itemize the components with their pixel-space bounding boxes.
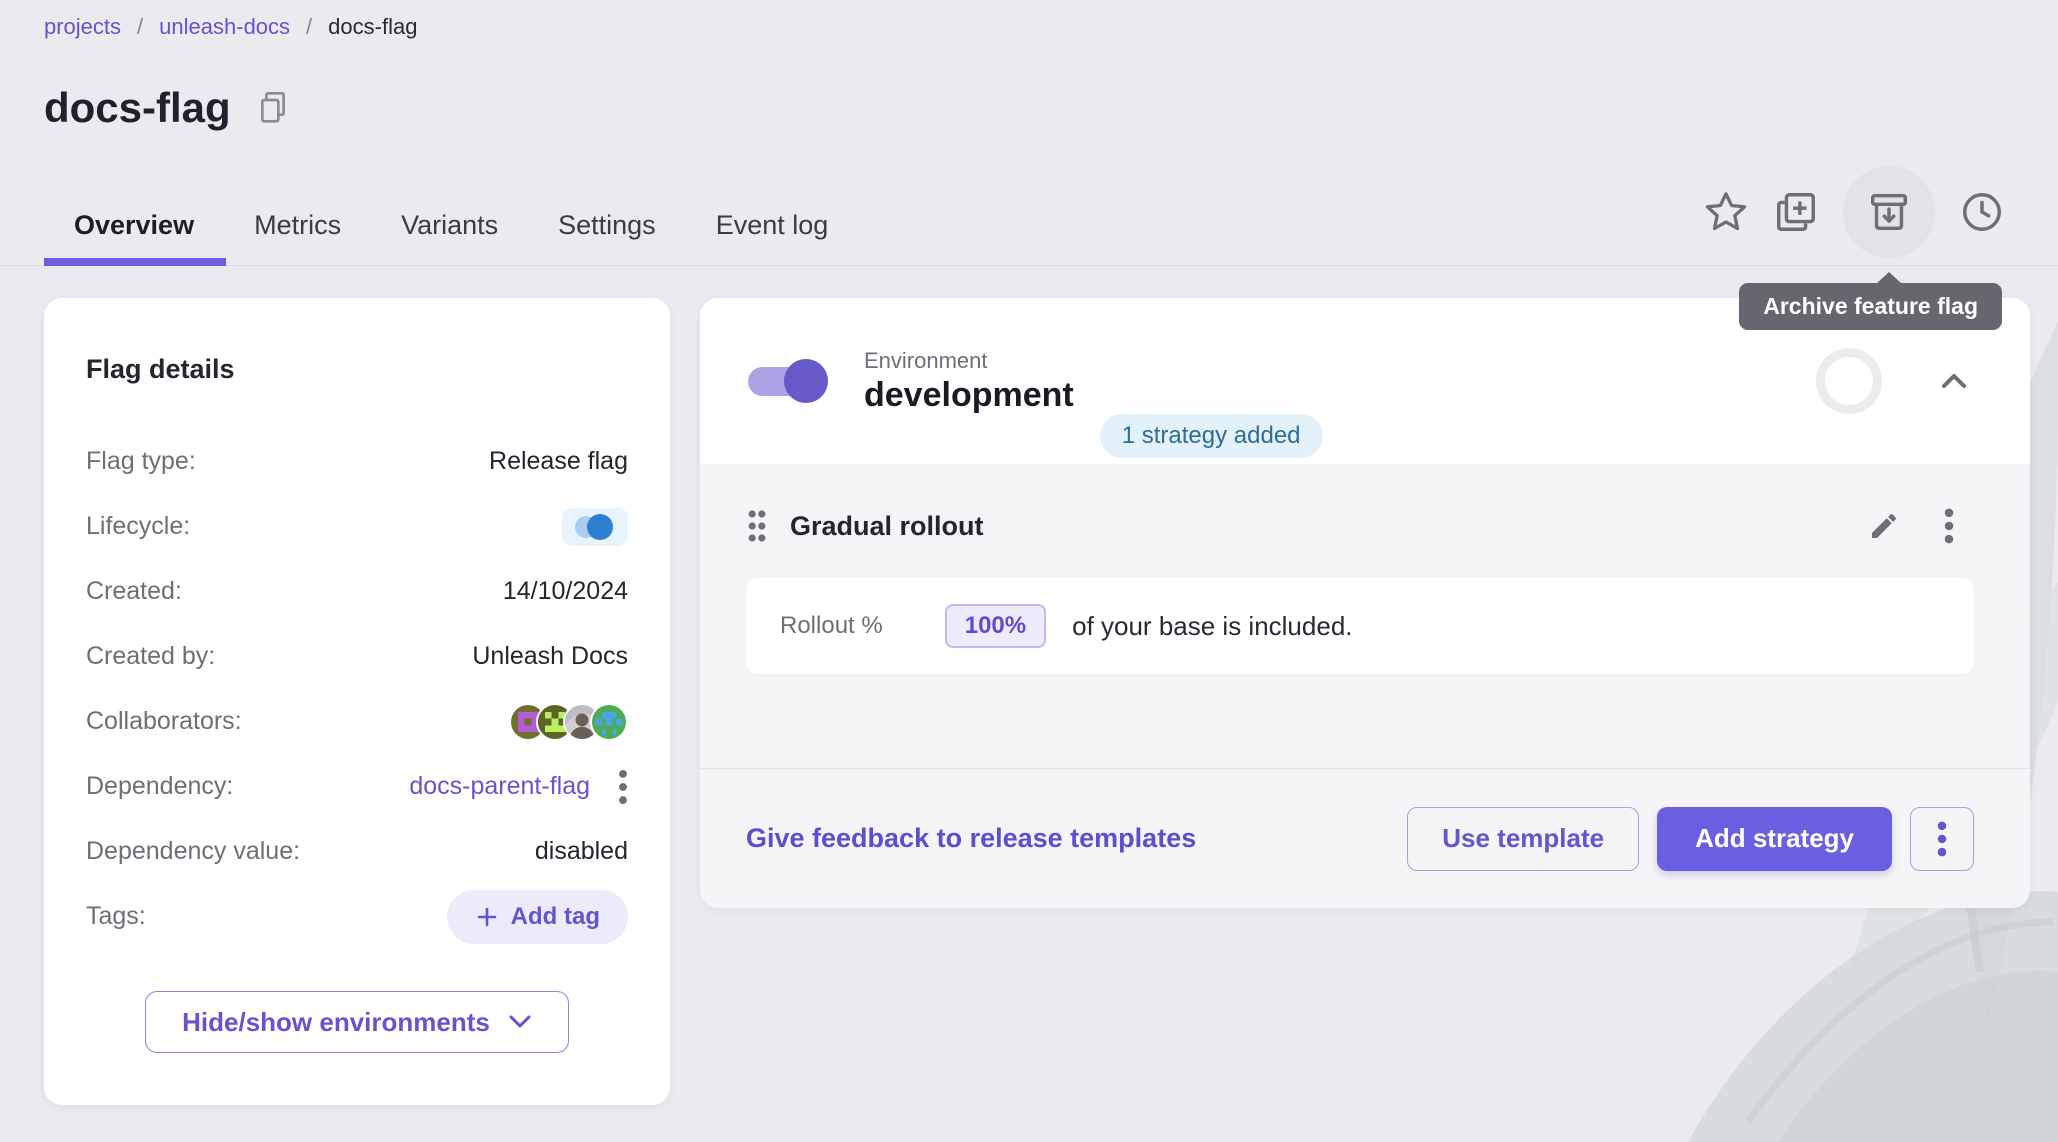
hide-show-environments-label: Hide/show environments [182, 1007, 490, 1038]
environment-name: development [864, 376, 1074, 415]
environment-toggle[interactable] [748, 358, 828, 404]
dependency-value-label: Dependency value: [86, 837, 300, 866]
flag-type-label: Flag type: [86, 447, 196, 476]
use-template-button[interactable]: Use template [1407, 807, 1639, 871]
environment-accordion-card: Environment development 1 strategy added… [700, 298, 2030, 908]
add-tag-label: Add tag [511, 903, 600, 931]
chevron-up-icon [1939, 371, 1969, 391]
row-lifecycle: Lifecycle: [86, 494, 628, 559]
tooltip-archive-feature-flag: Archive feature flag [1739, 283, 2002, 330]
row-created: Created: 14/10/2024 [86, 559, 628, 624]
drag-handle-icon [746, 508, 768, 544]
flag-details-rows: Flag type: Release flag Lifecycle: Creat… [86, 429, 628, 949]
dependency-link[interactable]: docs-parent-flag [409, 772, 590, 801]
toggle-knob [784, 359, 828, 403]
breadcrumb-project-name[interactable]: unleash-docs [159, 14, 290, 40]
rollout-percentage-badge: 100% [945, 604, 1046, 648]
tooltip-arrow [1876, 272, 1902, 284]
row-tags: Tags: Add tag [86, 884, 628, 949]
lifecycle-stage-badge[interactable] [562, 508, 628, 546]
strategy-section: Gradual rollout Rollout % 100% of your b… [700, 464, 2030, 768]
tabs: Overview Metrics Variants Settings Event… [44, 186, 858, 265]
collapse-environment-button[interactable] [1934, 361, 1974, 401]
strategy-count-badge: 1 strategy added [1100, 414, 1323, 458]
avatar [590, 703, 628, 741]
page-title: docs-flag [44, 84, 231, 132]
chevron-down-icon [508, 1014, 532, 1030]
breadcrumb-projects[interactable]: projects [44, 14, 121, 40]
environment-footer: Give feedback to release templates Use t… [700, 768, 2030, 908]
environment-title-block: Environment development [864, 348, 1074, 415]
tab-variants[interactable]: Variants [371, 186, 528, 265]
row-dependency: Dependency: docs-parent-flag [86, 754, 628, 819]
dependency-label: Dependency: [86, 772, 233, 801]
row-collaborators: Collaborators: [86, 689, 628, 754]
copy-name-button[interactable] [257, 90, 289, 126]
breadcrumb-separator: / [306, 14, 312, 40]
rollout-description: of your base is included. [1072, 611, 1352, 642]
kebab-icon [1937, 821, 1947, 857]
metrics-ring [1816, 348, 1882, 414]
tags-label: Tags: [86, 902, 146, 931]
tab-event-log[interactable]: Event log [686, 186, 859, 265]
lifecycle-stage-icon [587, 514, 613, 540]
collaborator-avatars [509, 703, 628, 741]
dependency-value-value: disabled [535, 837, 628, 866]
tab-settings[interactable]: Settings [528, 186, 686, 265]
kebab-icon [618, 769, 628, 805]
environment-label: Environment [864, 348, 1074, 374]
plus-icon [475, 905, 499, 929]
rollout-label: Rollout % [780, 612, 883, 640]
active-tab-indicator [44, 258, 226, 266]
rollout-summary: Rollout % 100% of your base is included. [746, 578, 1974, 674]
feedback-link[interactable]: Give feedback to release templates [746, 823, 1196, 854]
tab-metrics[interactable]: Metrics [224, 186, 371, 265]
created-by-label: Created by: [86, 642, 215, 671]
row-created-by: Created by: Unleash Docs [86, 624, 628, 689]
breadcrumb-current: docs-flag [328, 14, 417, 40]
created-by-value: Unleash Docs [472, 642, 628, 671]
flag-details-card: Flag details Flag type: Release flag Lif… [44, 298, 670, 1105]
copy-icon [257, 90, 289, 126]
strategy-menu-button[interactable] [1944, 508, 1954, 544]
pencil-icon [1868, 510, 1900, 542]
created-label: Created: [86, 577, 182, 606]
lifecycle-label: Lifecycle: [86, 512, 190, 541]
strategy-title: Gradual rollout [790, 511, 984, 542]
tab-bar: Overview Metrics Variants Settings Event… [0, 186, 2058, 266]
dependency-value-group: docs-parent-flag [409, 769, 628, 805]
hide-show-environments-button[interactable]: Hide/show environments [145, 991, 569, 1053]
strategy-header: Gradual rollout [700, 508, 2030, 544]
strategy-drag-handle[interactable] [746, 508, 768, 544]
flag-type-value: Release flag [489, 447, 628, 476]
collaborators-label: Collaborators: [86, 707, 242, 736]
add-strategy-button[interactable]: Add strategy [1657, 807, 1892, 871]
dependency-menu-button[interactable] [618, 769, 628, 805]
more-strategy-options-button[interactable] [1910, 807, 1974, 871]
flag-details-heading: Flag details [86, 354, 628, 385]
page-title-row: docs-flag [44, 84, 289, 132]
row-flag-type: Flag type: Release flag [86, 429, 628, 494]
tooltip-text: Archive feature flag [1763, 293, 1978, 319]
created-value: 14/10/2024 [503, 577, 628, 606]
row-dependency-value: Dependency value: disabled [86, 819, 628, 884]
add-tag-button[interactable]: Add tag [447, 890, 628, 944]
breadcrumb-separator: / [137, 14, 143, 40]
kebab-icon [1944, 508, 1954, 544]
tab-overview[interactable]: Overview [44, 186, 224, 265]
breadcrumb: projects / unleash-docs / docs-flag [44, 14, 417, 40]
edit-strategy-button[interactable] [1868, 510, 1900, 542]
